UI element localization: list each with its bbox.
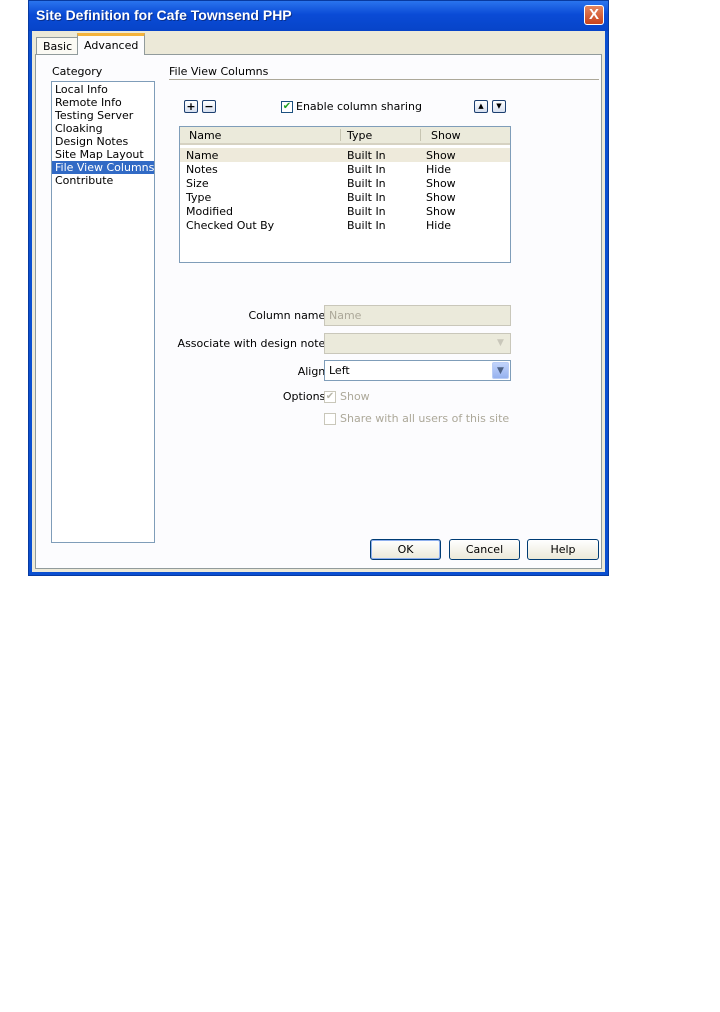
help-button[interactable]: Help [527,539,599,560]
cell-type: Built In [347,177,386,190]
share-checkbox[interactable] [324,413,336,425]
enable-sharing-checkbox[interactable]: ✔ [281,101,293,113]
enable-sharing-label: Enable column sharing [296,100,422,113]
cell-name: Checked Out By [186,219,275,232]
table-row[interactable]: Type Built In Show [180,190,510,204]
category-item-remote-info[interactable]: Remote Info [52,96,154,109]
header-name[interactable]: Name [189,129,221,142]
section-divider [169,79,599,80]
options-label: Options: [282,390,329,403]
table-row[interactable]: Notes Built In Hide [180,162,510,176]
category-item-design-notes[interactable]: Design Notes [52,135,154,148]
share-label: Share with all users of this site [340,412,510,425]
cell-type: Built In [347,149,386,162]
cell-type: Built In [347,205,386,218]
add-column-icon[interactable]: + [184,100,198,113]
header-type[interactable]: Type [347,129,372,142]
remove-column-icon[interactable]: − [202,100,216,113]
cell-show: Show [426,205,456,218]
advanced-panel: Category Local Info Remote Info Testing … [35,54,602,569]
section-title: File View Columns [169,65,269,78]
align-value: Left [329,364,350,377]
header-divider [420,129,421,141]
cell-show: Show [426,177,456,190]
category-item-testing-server[interactable]: Testing Server [52,109,154,122]
cell-type: Built In [347,219,386,232]
cell-show: Show [426,149,456,162]
category-item-file-view-columns[interactable]: File View Columns [52,161,154,174]
site-definition-dialog: Site Definition for Cafe Townsend PHP X … [28,0,609,576]
design-note-label: Associate with design note: [177,337,329,350]
category-item-local-info[interactable]: Local Info [52,83,154,96]
table-header: Name Type Show [180,127,510,145]
category-item-site-map-layout[interactable]: Site Map Layout [52,148,154,161]
chevron-down-icon[interactable]: ▼ [492,362,509,379]
cell-type: Built In [347,163,386,176]
cell-name: Modified [186,205,233,218]
header-show[interactable]: Show [431,129,461,142]
show-label: Show [340,390,370,403]
show-checkbox[interactable]: ✔ [324,391,336,403]
tab-basic[interactable]: Basic [36,37,80,55]
cell-show: Hide [426,163,452,176]
table-row[interactable]: Size Built In Show [180,176,510,190]
cell-type: Built In [347,191,386,204]
cell-name: Notes [186,163,218,176]
column-name-label: Column name: [248,309,329,322]
category-item-contribute[interactable]: Contribute [52,174,154,187]
cell-name: Size [186,177,209,190]
category-label: Category [52,65,103,78]
cell-show: Hide [426,219,452,232]
move-down-icon[interactable]: ▼ [492,100,506,113]
ok-button[interactable]: OK [370,539,441,560]
header-divider [340,129,341,141]
title-bar[interactable]: Site Definition for Cafe Townsend PHP X [29,1,608,31]
close-icon[interactable]: X [584,5,604,25]
cell-name: Type [186,191,212,204]
column-name-field[interactable]: Name [324,305,511,326]
cell-show: Show [426,191,456,204]
cell-name: Name [186,149,219,162]
table-row[interactable]: Checked Out By Built In Hide [180,218,510,232]
category-item-cloaking[interactable]: Cloaking [52,122,154,135]
design-note-select[interactable]: ▼ [324,333,511,354]
table-row[interactable]: Name Built In Show [180,148,510,162]
window-title: Site Definition for Cafe Townsend PHP [36,7,292,23]
dialog-client: Basic Advanced Category Local Info Remot… [32,31,605,572]
category-list[interactable]: Local Info Remote Info Testing Server Cl… [51,81,155,543]
cancel-button[interactable]: Cancel [449,539,520,560]
tab-advanced[interactable]: Advanced [77,33,146,55]
chevron-down-icon: ▼ [497,338,504,348]
move-up-icon[interactable]: ▲ [474,100,488,113]
table-row[interactable]: Modified Built In Show [180,204,510,218]
align-select[interactable]: Left ▼ [324,360,511,381]
columns-table[interactable]: Name Type Show Name Built In Show Notes … [179,126,511,263]
